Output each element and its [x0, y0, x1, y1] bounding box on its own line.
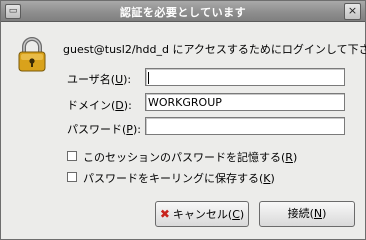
auth-dialog: ▭ 認証を必要としています × guest@tusl2/hdd_d にアクセスす…: [0, 0, 366, 240]
title-bar[interactable]: ▭ 認証を必要としています ×: [1, 1, 365, 22]
login-prompt-message: guest@tusl2/hdd_d にアクセスするためにログインして下さい: [63, 43, 366, 56]
padlock-icon: [18, 37, 46, 72]
save-keyring-label[interactable]: パスワードをキーリングに保存する(K): [83, 170, 275, 186]
close-icon[interactable]: ×: [344, 3, 361, 20]
domain-field[interactable]: [145, 93, 345, 111]
username-label: ユーザ名(U):: [67, 73, 132, 86]
username-field[interactable]: [145, 68, 345, 86]
text-cursor: [148, 72, 149, 84]
remember-session-checkbox[interactable]: [67, 151, 77, 161]
remember-session-label[interactable]: このセッションのパスワードを記憶する(R): [83, 149, 297, 165]
window-title: 認証を必要としています: [119, 6, 247, 19]
password-label: パスワード(P):: [67, 123, 141, 136]
domain-label: ドメイン(D):: [67, 99, 132, 112]
password-field[interactable]: [145, 117, 345, 135]
cancel-button[interactable]: ✖ キャンセル(C): [155, 201, 249, 227]
connect-button[interactable]: 接続(N): [259, 201, 355, 227]
cancel-x-icon: ✖: [159, 207, 170, 221]
save-keyring-checkbox[interactable]: [67, 172, 77, 182]
